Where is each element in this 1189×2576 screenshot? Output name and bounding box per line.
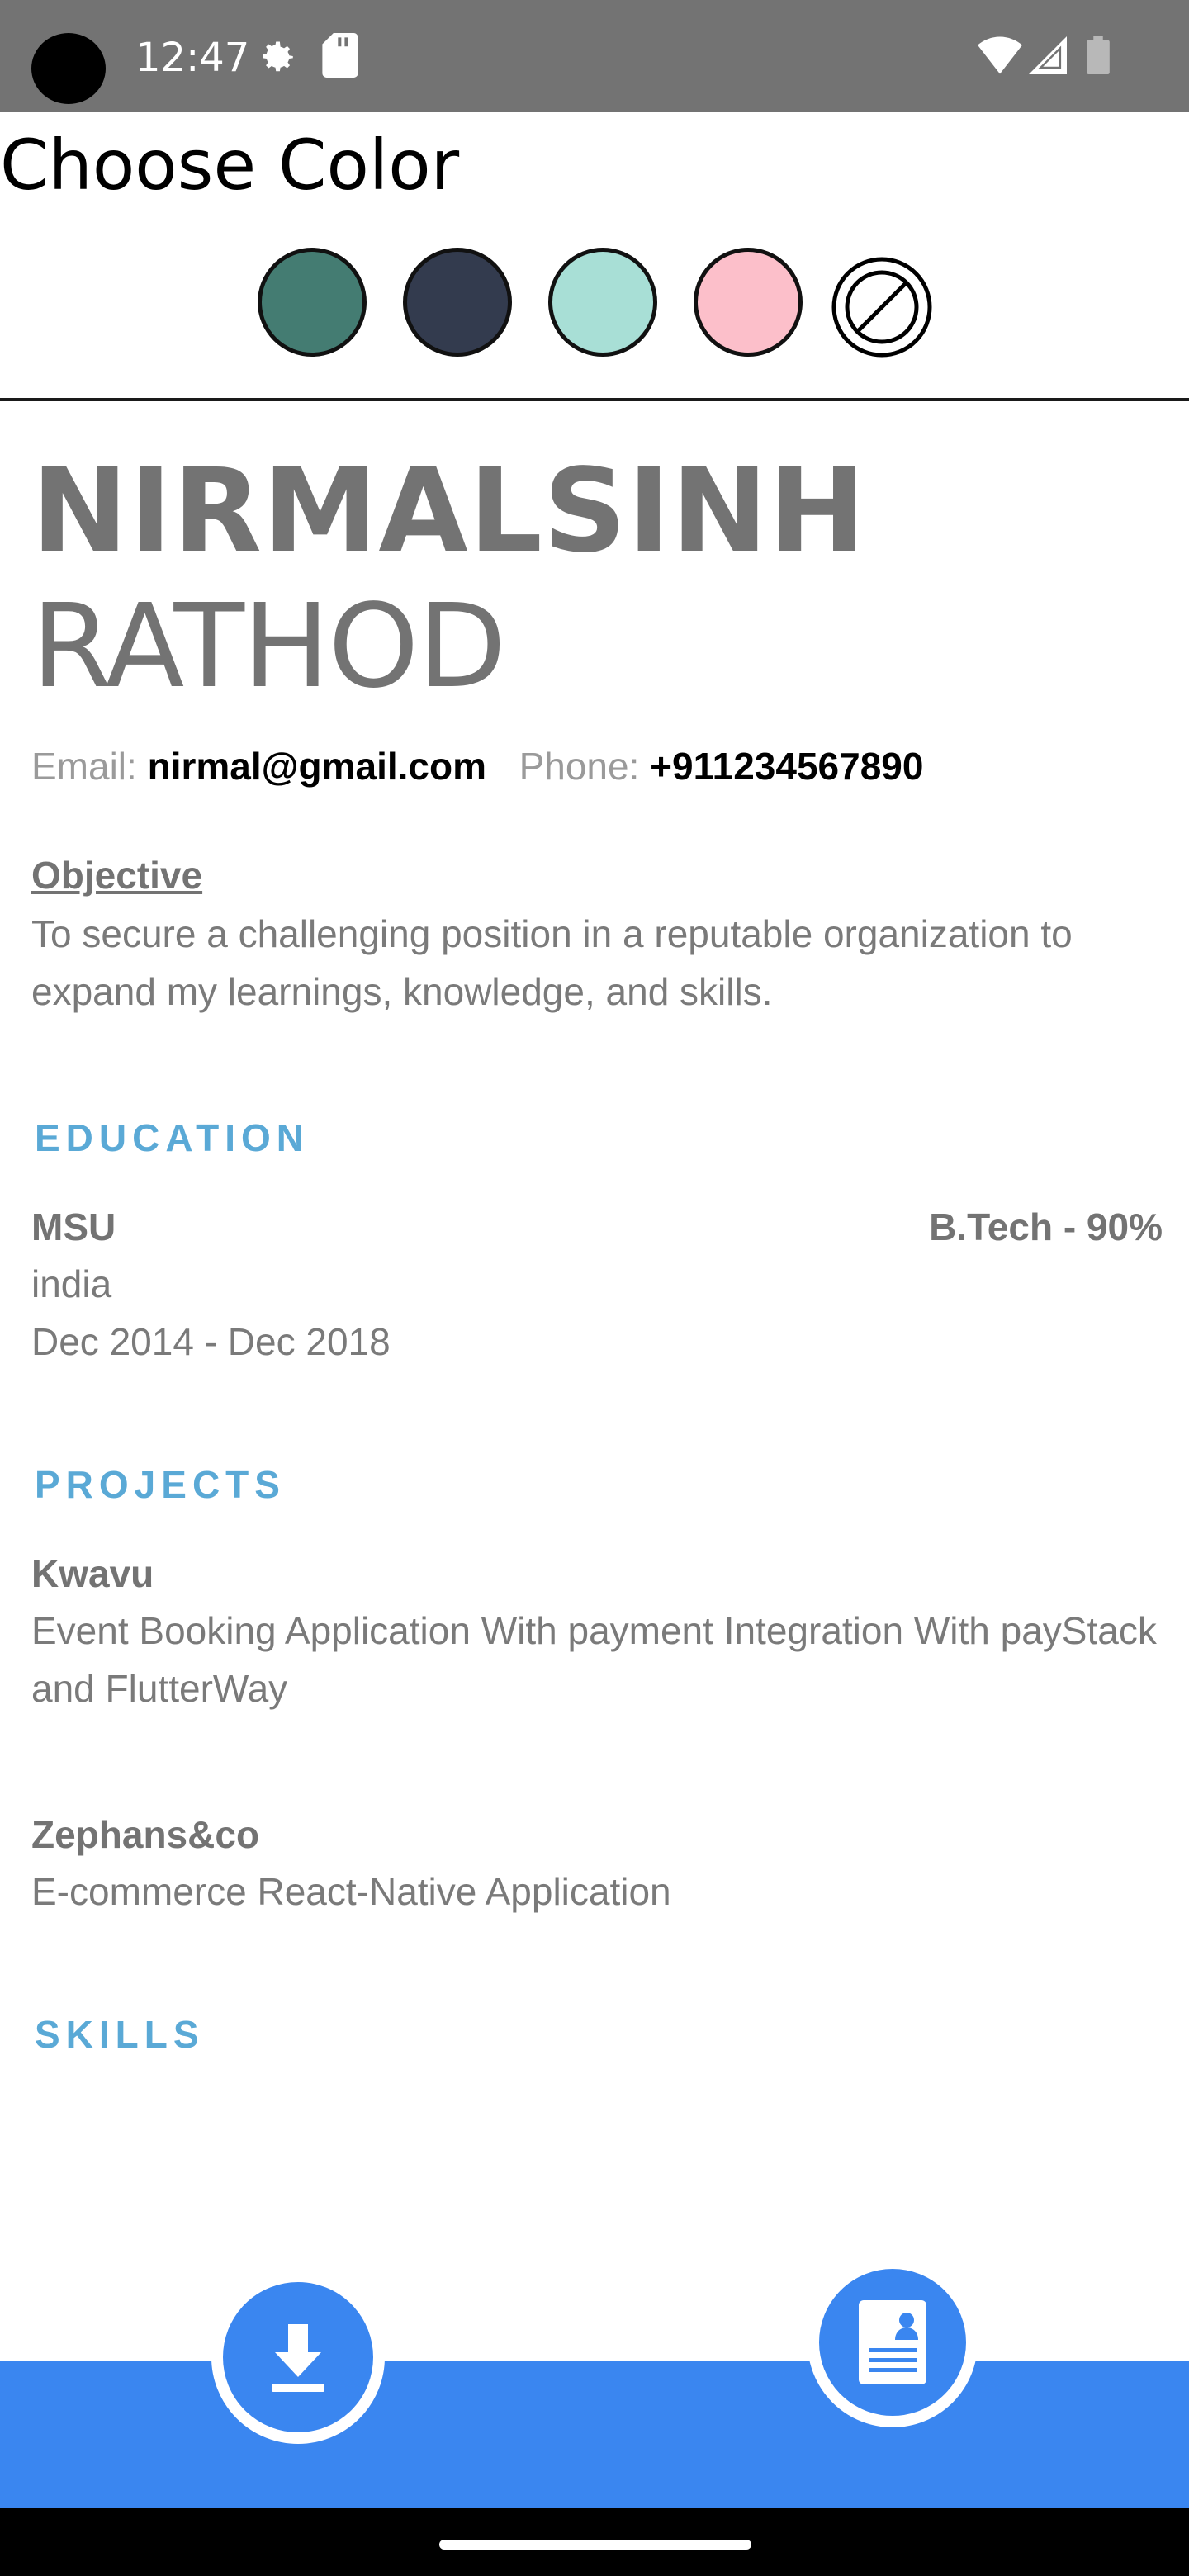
email-value: nirmal@gmail.com [147, 745, 486, 788]
first-name: NIRMALSINH [31, 444, 867, 579]
project-name: Kwavu [31, 1552, 154, 1595]
battery-icon [1087, 36, 1110, 78]
swatch-mint[interactable] [548, 248, 657, 357]
resume-preview-button[interactable] [808, 2257, 978, 2427]
project-name: Zephans&co [31, 1813, 260, 1856]
last-name: RATHOD [31, 580, 506, 714]
swatch-navy[interactable] [403, 248, 512, 357]
contact-line: Email: nirmal@gmail.com Phone: +91123456… [31, 740, 923, 793]
skills-heading: SKILLS [35, 2013, 205, 2056]
bottom-action-bar [0, 2361, 1189, 2508]
download-button[interactable] [211, 2271, 385, 2444]
signal-icon [1029, 36, 1067, 78]
objective-text: To secure a challenging position in a re… [31, 912, 1073, 1013]
objective-title: Objective [31, 854, 203, 897]
home-gesture-handle[interactable] [439, 2540, 751, 2550]
swatch-teal[interactable] [258, 248, 367, 357]
status-time: 12:47 [135, 35, 250, 81]
phone-value: +911234567890 [650, 745, 924, 788]
phone-label: Phone: [519, 745, 640, 788]
no-color-icon[interactable] [831, 256, 933, 358]
status-bar: 12:47 [0, 0, 1189, 112]
swatch-pink[interactable] [694, 248, 803, 357]
projects-heading: PROJECTS [35, 1463, 286, 1506]
download-icon [253, 2313, 343, 2406]
education-location: india [31, 1262, 112, 1305]
divider [0, 398, 1189, 401]
resume-document-icon [847, 2295, 938, 2394]
education-dates: Dec 2014 - Dec 2018 [31, 1320, 391, 1363]
wifi-icon [978, 36, 1022, 78]
camera-cutout [31, 33, 106, 104]
settings-icon [253, 33, 299, 83]
sd-card-icon [322, 33, 358, 82]
color-picker [0, 248, 1189, 363]
education-school: MSU [31, 1205, 116, 1248]
education-heading: EDUCATION [35, 1116, 310, 1159]
project-description: E-commerce React-Native Application [31, 1870, 671, 1913]
email-label: Email: [31, 745, 137, 788]
system-navigation-bar [0, 2508, 1189, 2576]
page-title: Choose Color [0, 125, 460, 206]
project-description: Event Booking Application With payment I… [31, 1609, 1157, 1710]
education-degree: B.Tech - 90% [929, 1205, 1163, 1248]
